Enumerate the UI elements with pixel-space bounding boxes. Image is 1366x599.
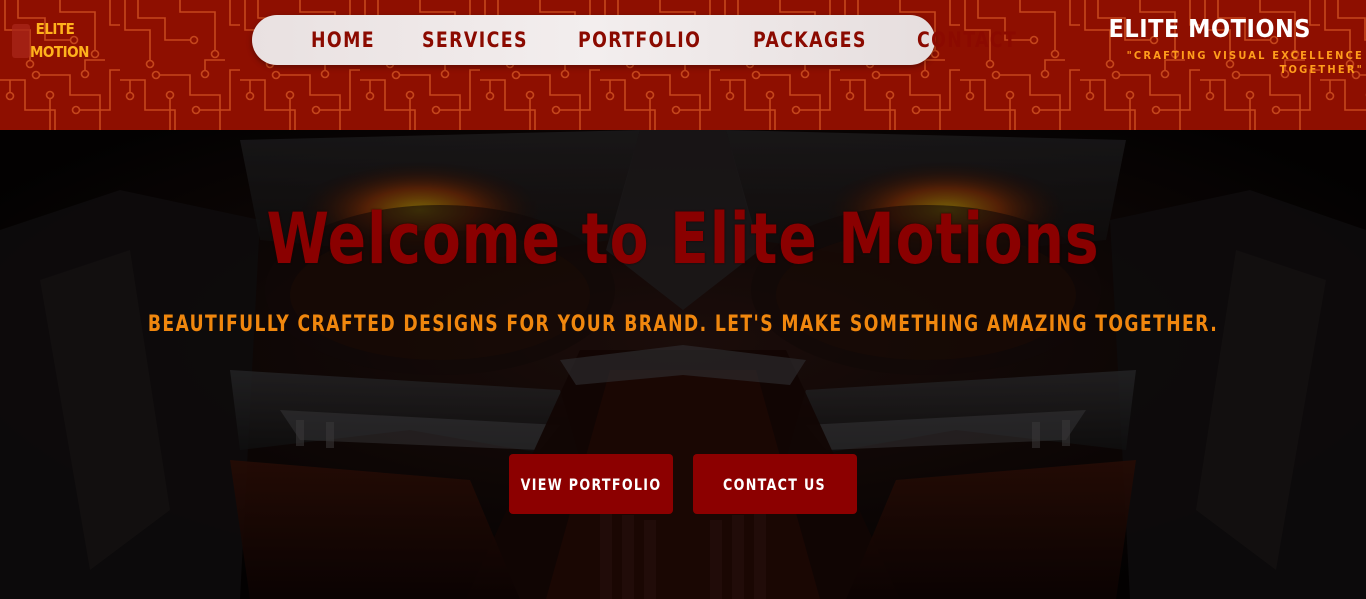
- site-header: ELITE MOTION HOME SERVICES PORTFOLIO PAC…: [0, 0, 1366, 130]
- brand-name: ELITE MOTIONS: [1108, 14, 1311, 43]
- nav-home[interactable]: HOME: [311, 28, 375, 52]
- nav-services[interactable]: SERVICES: [422, 28, 528, 52]
- view-portfolio-label: VIEW PORTFOLIO: [520, 474, 662, 494]
- logo-mark-icon: [12, 24, 30, 58]
- hero-section: Welcome to Elite Motions BEAUTIFULLY CRA…: [0, 130, 1366, 599]
- logo-text: ELITE MOTION: [30, 18, 89, 64]
- nav-packages[interactable]: PACKAGES: [753, 28, 867, 52]
- hero-subtitle: BEAUTIFULLY CRAFTED DESIGNS FOR YOUR BRA…: [147, 312, 1219, 337]
- hero-title: Welcome to Elite Motions: [266, 198, 1100, 280]
- brand-tagline: "CRAFTING VISUAL EXCELLENCE TOGETHER": [1126, 49, 1364, 76]
- contact-us-label: CONTACT US: [723, 474, 827, 494]
- brand-block: ELITE MOTIONS "CRAFTING VISUAL EXCELLENC…: [1096, 12, 1366, 77]
- contact-us-button[interactable]: CONTACT US: [693, 454, 857, 514]
- logo-line-2: MOTION: [30, 43, 89, 61]
- main-navigation: HOME SERVICES PORTFOLIO PACKAGES CONTACT: [252, 15, 1016, 65]
- logo-line-1: ELITE: [35, 20, 75, 38]
- view-portfolio-button[interactable]: VIEW PORTFOLIO: [509, 454, 673, 514]
- nav-contact[interactable]: CONTACT: [917, 28, 1017, 52]
- nav-portfolio[interactable]: PORTFOLIO: [578, 28, 701, 52]
- site-logo[interactable]: ELITE MOTION: [10, 18, 89, 66]
